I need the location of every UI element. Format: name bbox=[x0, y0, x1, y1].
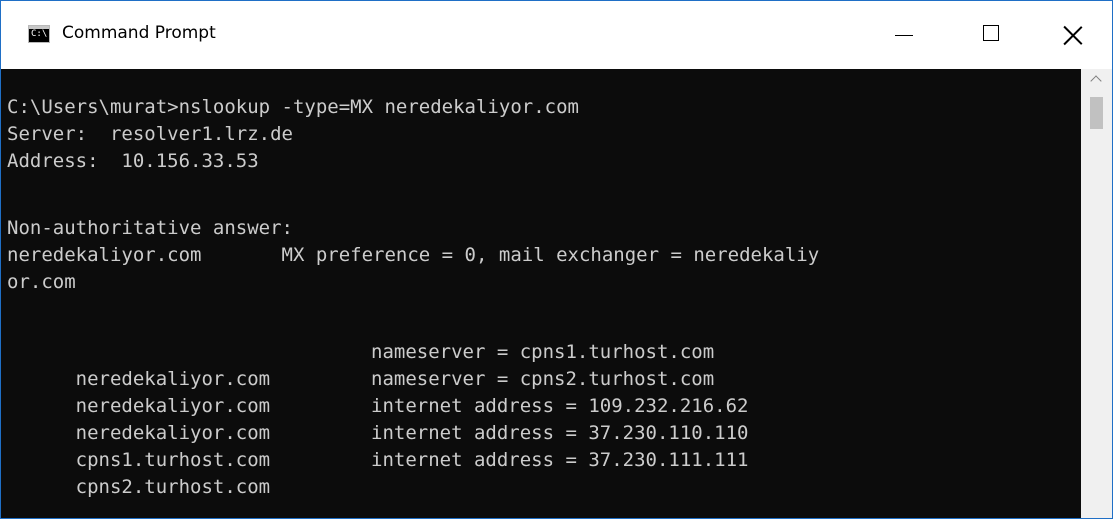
scroll-up-arrow-icon[interactable] bbox=[1081, 69, 1112, 91]
vertical-scrollbar[interactable] bbox=[1081, 69, 1112, 518]
minimize-icon bbox=[895, 35, 913, 36]
record-value: nameserver = cpns2.turhost.com bbox=[371, 368, 715, 390]
scroll-thumb[interactable] bbox=[1090, 97, 1103, 129]
non-authoritative-line: Non-authoritative answer: bbox=[7, 217, 293, 239]
record-line: neredekaliyor.com internet address = 109.… bbox=[7, 393, 749, 444]
record-value: internet address = 37.230.111.111 bbox=[371, 449, 749, 471]
close-button[interactable] bbox=[1039, 1, 1112, 69]
close-icon bbox=[1063, 25, 1083, 45]
mx-record-wrap-line: or.com bbox=[7, 271, 76, 293]
title-bar[interactable]: C:\. Command Prompt bbox=[1, 1, 1112, 69]
window-title: Command Prompt bbox=[62, 23, 216, 43]
record-line: neredekaliyor.com nameserver = cpns1.turh… bbox=[7, 339, 715, 390]
minimize-button[interactable] bbox=[859, 1, 949, 69]
record-value: internet address = 109.232.216.62 bbox=[371, 395, 749, 417]
record-value: internet address = 37.230.110.110 bbox=[371, 422, 749, 444]
record-value: nameserver = cpns1.turhost.com bbox=[371, 341, 715, 363]
address-line: Address: 10.156.33.53 bbox=[7, 150, 259, 172]
record-line: neredekaliyor.com nameserver = cpns2.turh… bbox=[7, 366, 715, 417]
record-host: cpns2.turhost.com bbox=[75, 476, 271, 498]
server-line: Server: resolver1.lrz.de bbox=[7, 123, 293, 145]
cmd-icon[interactable]: C:\. bbox=[28, 25, 50, 43]
mx-record-line: neredekaliyor.com MX preference = 0, mai… bbox=[7, 244, 820, 266]
maximize-icon bbox=[983, 25, 999, 41]
cmd-icon-bar bbox=[29, 26, 49, 29]
cmd-icon-glyph: C:\. bbox=[31, 29, 49, 39]
command-prompt-window: C:\. Command Prompt C:\Users\murat>nsloo… bbox=[0, 0, 1113, 519]
console-output[interactable]: C:\Users\murat>nslookup -type=MX neredek… bbox=[1, 69, 1081, 518]
record-line: cpns1.turhost.com internet address = 37.2… bbox=[7, 420, 749, 471]
record-line: cpns2.turhost.com internet address = 37.2… bbox=[7, 447, 749, 498]
maximize-button[interactable] bbox=[949, 1, 1039, 69]
prompt-line: C:\Users\murat>nslookup -type=MX neredek… bbox=[7, 96, 579, 118]
